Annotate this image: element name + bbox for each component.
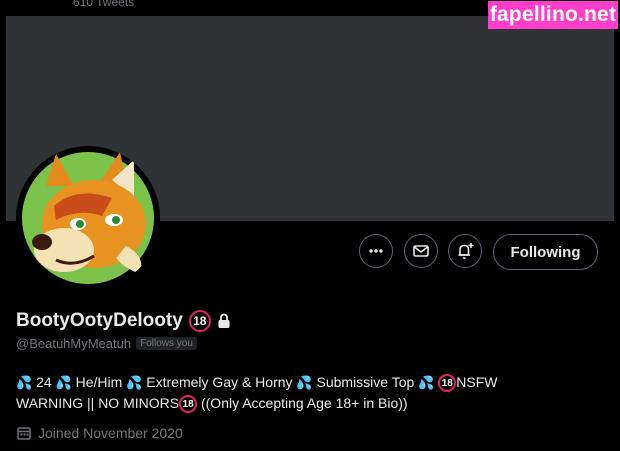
more-button[interactable] [359,234,393,268]
sweat-droplets-icon: 💦 [296,375,313,390]
watermark-label: fapellino.net [488,1,618,29]
bio-text: ((Only Accepting Age 18+ in Bio)) [197,395,408,411]
avatar[interactable] [16,146,160,290]
bio-line-2: WARNING || NO MINORS 18 ((Only Accepting … [16,393,606,414]
follows-you-badge: Follows you [136,337,197,350]
mail-icon [413,245,429,257]
more-icon [369,249,383,253]
handle-row: @BeatuhMyMeatuh Follows you [16,336,197,351]
bio-text: Submissive Top [312,374,419,390]
age-18-badge: 18 [438,374,457,393]
bio-text: Extremely Gay & Horny [142,374,297,390]
notifications-button[interactable] [448,234,482,268]
bio-text: WARNING || NO MINORS [16,395,180,411]
following-button[interactable]: Following [493,234,598,270]
sweat-droplets-icon: 💦 [16,375,33,390]
bio-line-1: 💦 24 💦 He/Him 💦 Extremely Gay & Horny 💦 … [16,372,606,393]
profile-handle: @BeatuhMyMeatuh [16,336,132,351]
joined-date-row: Joined November 2020 [16,425,183,441]
tweet-count: 610 Tweets [73,0,135,9]
profile-bio: 💦 24 💦 He/Him 💦 Extremely Gay & Horny 💦 … [16,372,606,414]
lock-icon [218,313,230,328]
sweat-droplets-icon: 💦 [126,375,143,390]
bio-text: NSFW [456,374,498,390]
avatar-image [18,148,158,288]
calendar-icon [17,427,31,440]
joined-date: Joined November 2020 [38,425,183,441]
bio-text: 24 [32,374,56,390]
display-name: BootyOotyDelooty [16,310,183,331]
sweat-droplets-icon: 💦 [55,375,72,390]
display-name-row: BootyOotyDelooty 18 [16,310,231,332]
message-button[interactable] [404,234,438,268]
sweat-droplets-icon: 💦 [418,375,435,390]
age-18-badge: 18 [188,310,211,332]
bio-text: He/Him [71,374,127,390]
bell-plus-icon [458,243,474,259]
age-18-badge: 18 [179,395,198,414]
